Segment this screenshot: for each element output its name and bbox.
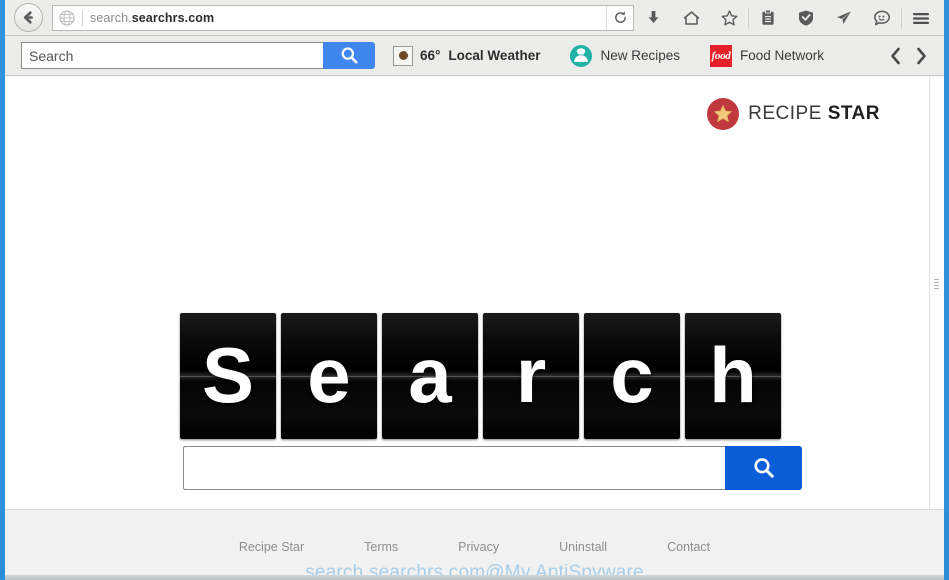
search-tile-letter: a: [408, 331, 452, 419]
ext-link-local-weather[interactable]: 66° Local Weather: [393, 45, 541, 66]
page-footer: Recipe Star Terms Privacy Uninstall Contact …: [5, 509, 944, 580]
extension-links: 66° Local Weather New Recipes food Food: [393, 44, 882, 67]
address-bar[interactable]: search.searchrs.com: [52, 4, 634, 31]
extension-toolbar: 66° Local Weather New Recipes food Food: [5, 36, 944, 76]
ext-link-new-recipes[interactable]: New Recipes: [570, 44, 680, 67]
logo-text-light: RECIPE: [748, 103, 822, 124]
chef-icon: [570, 44, 593, 67]
footer-bottom-strip: [5, 575, 944, 580]
home-icon[interactable]: [672, 1, 710, 35]
url-prefix: search.: [90, 10, 132, 25]
paper-plane-icon[interactable]: [825, 1, 863, 35]
browser-window: search.searchrs.com Search 66° Local Wea…: [0, 0, 949, 580]
footer-link[interactable]: Privacy: [458, 540, 499, 554]
url-domain: searchrs.com: [131, 10, 215, 25]
shield-icon[interactable]: [787, 1, 825, 35]
extension-search-button[interactable]: [323, 42, 375, 69]
extension-paging: [882, 43, 934, 69]
recipe-star-logo[interactable]: RECIPE STAR: [707, 98, 880, 130]
star-badge-icon: [707, 98, 740, 130]
ext-link-label-weather: Local Weather: [448, 48, 541, 63]
food-network-icon-text: food: [711, 49, 731, 62]
footer-links: Recipe Star Terms Privacy Uninstall Contact: [209, 540, 740, 554]
search-tile-letter: e: [307, 331, 351, 419]
search-tile-letter: h: [709, 331, 757, 419]
hamburger-icon[interactable]: [902, 1, 940, 35]
download-icon[interactable]: [634, 1, 672, 35]
ext-link-label-recipes: New Recipes: [600, 48, 680, 63]
extension-search: [21, 42, 375, 69]
browser-navigation-toolbar: search.searchrs.com: [5, 0, 944, 36]
ext-link-food-network[interactable]: food Food Network: [709, 44, 825, 67]
logo-text-bold: STAR: [827, 103, 880, 124]
ext-link-label-food: Food Network: [739, 48, 825, 63]
chat-icon[interactable]: [863, 1, 901, 35]
search-tile: h: [685, 313, 781, 439]
site-search-input[interactable]: [183, 446, 725, 490]
page-scrollbar[interactable]: [929, 76, 944, 509]
magnifier-icon: [341, 47, 357, 64]
extension-search-input[interactable]: [21, 42, 323, 69]
coffee-weather-icon: [393, 45, 413, 66]
url-separator: [82, 9, 83, 26]
search-word-tiles: Search: [180, 313, 781, 439]
footer-link[interactable]: Uninstall: [559, 540, 607, 554]
site-search-button[interactable]: [725, 446, 802, 490]
footer-link[interactable]: Terms: [364, 540, 398, 554]
magnifier-icon: [753, 458, 774, 478]
search-tile-letter: S: [201, 331, 255, 419]
footer-link[interactable]: Recipe Star: [239, 540, 304, 554]
browser-toolbar-icons: [634, 1, 940, 35]
reload-button[interactable]: [606, 5, 633, 30]
search-tile-letter: r: [515, 331, 547, 419]
url-text: search.searchrs.com: [90, 11, 214, 25]
reload-icon: [614, 11, 626, 23]
back-button[interactable]: [14, 3, 43, 32]
back-arrow-icon: [23, 11, 33, 24]
search-tile: a: [382, 313, 478, 439]
globe-icon: [59, 9, 75, 26]
search-tile: c: [584, 313, 680, 439]
food-network-icon: food: [709, 44, 732, 67]
star-icon[interactable]: [710, 1, 748, 35]
search-tile: S: [180, 313, 276, 439]
search-tile: r: [483, 313, 579, 439]
weather-temperature: 66°: [420, 48, 441, 63]
page-content: RECIPE STAR Search: [5, 76, 944, 509]
next-arrow-icon[interactable]: [908, 43, 934, 69]
search-tile-letter: c: [610, 331, 654, 419]
prev-arrow-icon[interactable]: [882, 43, 908, 69]
site-search: [183, 446, 802, 490]
footer-link[interactable]: Contact: [667, 540, 710, 554]
clipboard-icon[interactable]: [749, 1, 787, 35]
recipe-star-logo-text: RECIPE STAR: [748, 103, 880, 125]
search-tile: e: [281, 313, 377, 439]
scrollbar-grip[interactable]: [934, 279, 939, 290]
